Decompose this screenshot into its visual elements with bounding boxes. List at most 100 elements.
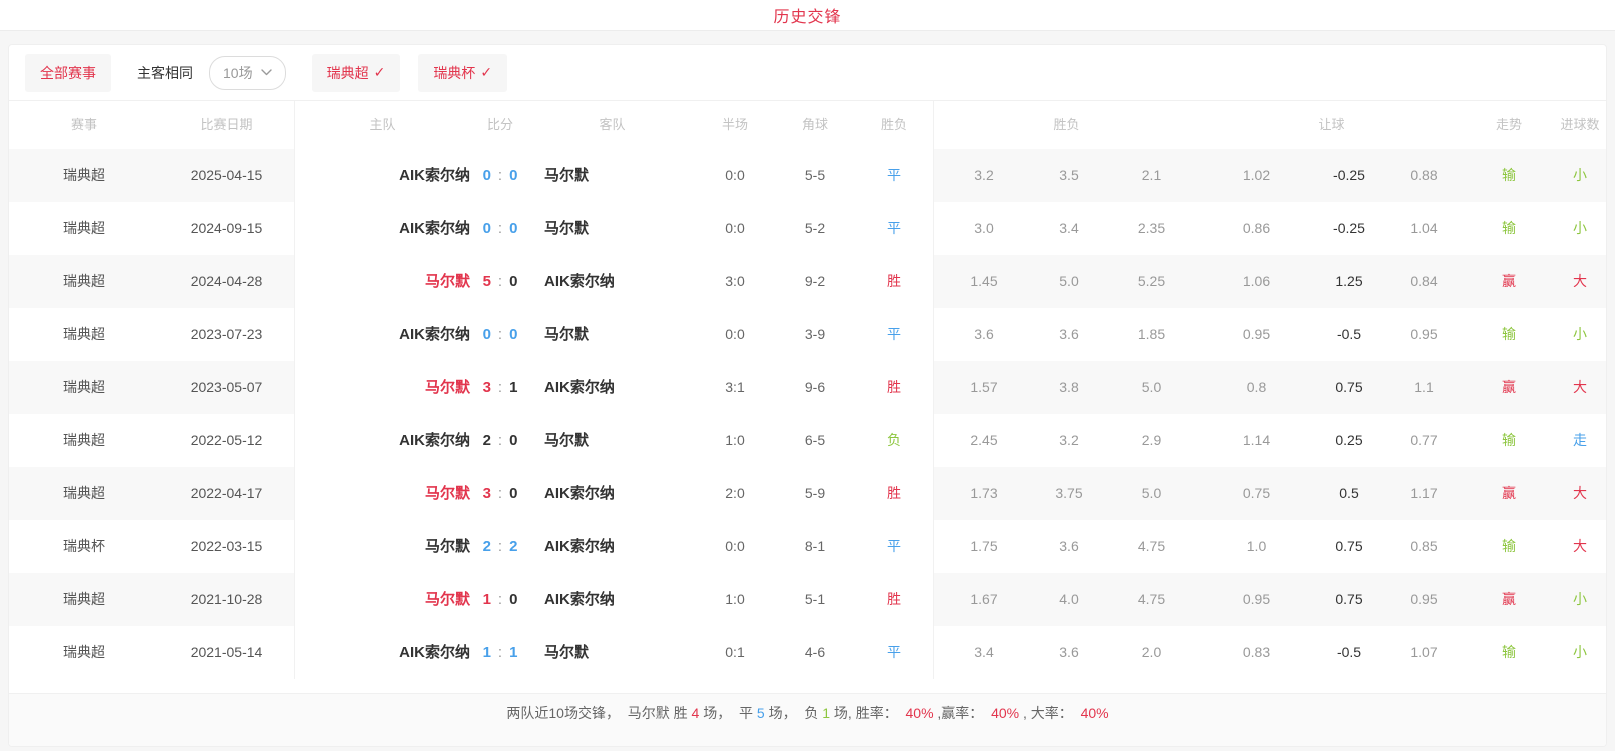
result-cell: 胜 (855, 467, 934, 520)
summary-segment: 场， 负 (765, 705, 823, 721)
league-cell: 瑞典超 (9, 626, 159, 679)
odds-cell: 4.75 (1104, 573, 1199, 626)
league-filter-swedish-allsvenskan[interactable]: 瑞典超 ✓ (312, 54, 401, 92)
odds-cell: 5.25 (1104, 255, 1199, 308)
score-cell: 3:1 (470, 361, 530, 414)
odds-cell: 2.0 (1104, 626, 1199, 679)
header-handicap-group: 让球 (1199, 101, 1464, 149)
score-home: 0 (483, 220, 491, 237)
odds-cell: 5.0 (1034, 255, 1104, 308)
header-corners: 角球 (775, 101, 855, 149)
score-home: 2 (483, 432, 491, 449)
trend-cell: 赢 (1464, 255, 1554, 308)
half-cell: 2:0 (695, 467, 775, 520)
date-cell: 2022-04-17 (159, 467, 295, 520)
result-cell: 平 (855, 149, 934, 202)
handicap-cell: 0.75 (1314, 573, 1384, 626)
away-team: AIK索尔纳 (530, 467, 695, 520)
odds-cell: 1.75 (934, 520, 1034, 573)
goals-cell: 小 (1554, 149, 1606, 202)
score-home: 2 (483, 538, 491, 555)
odds-cell: 1.85 (1104, 308, 1199, 361)
corners-cell: 5-1 (775, 573, 855, 626)
trend-cell: 赢 (1464, 467, 1554, 520)
handicap-cell: 0.5 (1314, 467, 1384, 520)
corners-cell: 9-6 (775, 361, 855, 414)
score-cell: 1:0 (470, 573, 530, 626)
page-title: 历史交锋 (773, 3, 841, 27)
goals-cell: 走 (1554, 414, 1606, 467)
handicap-cell: 0.85 (1384, 520, 1464, 573)
table-row: 瑞典超 2023-07-23 AIK索尔纳 0:0 马尔默 0:0 3-9 平 … (9, 308, 1606, 361)
league-cell: 瑞典超 (9, 202, 159, 255)
trend-cell: 输 (1464, 414, 1554, 467)
score-cell: 5:0 (470, 255, 530, 308)
summary-segment: ,赢率： (934, 705, 992, 721)
score-home: 3 (483, 379, 491, 396)
table-body: 瑞典超 2025-04-15 AIK索尔纳 0:0 马尔默 0:0 5-5 平 … (9, 149, 1606, 693)
away-team: AIK索尔纳 (530, 361, 695, 414)
trend-cell: 输 (1464, 626, 1554, 679)
score-separator: : (498, 485, 502, 502)
same-venue-toggle[interactable]: 主客相同 (137, 63, 193, 83)
score-separator: : (498, 644, 502, 661)
summary-segment: , 大率： (1019, 705, 1080, 721)
away-team: 马尔默 (530, 414, 695, 467)
score-away: 1 (509, 644, 517, 661)
score-away: 0 (509, 326, 517, 343)
odds-cell: 3.4 (1034, 202, 1104, 255)
header-odds-group: 胜负 (934, 101, 1199, 149)
header-trend: 走势 (1464, 101, 1554, 149)
summary-segment: 两队近10场交锋， 马尔默 胜 (506, 705, 691, 721)
score-separator: : (498, 591, 502, 608)
title-bar: 历史交锋 (0, 0, 1615, 31)
summary-text: 两队近10场交锋， 马尔默 胜 4 场， 平 5 场， 负 1 场, 胜率： 4… (506, 703, 1108, 723)
score-separator: : (498, 538, 502, 555)
score-away: 0 (509, 485, 517, 502)
score-away: 0 (509, 273, 517, 290)
half-cell: 3:1 (695, 361, 775, 414)
corners-cell: 4-6 (775, 626, 855, 679)
odds-cell: 3.6 (1034, 308, 1104, 361)
score-home: 3 (483, 485, 491, 502)
half-cell: 1:0 (695, 573, 775, 626)
goals-cell: 小 (1554, 308, 1606, 361)
away-team: 马尔默 (530, 202, 695, 255)
handicap-cell: 0.75 (1314, 361, 1384, 414)
date-cell: 2023-07-23 (159, 308, 295, 361)
odds-cell: 1.57 (934, 361, 1034, 414)
table-row: 瑞典超 2022-05-12 AIK索尔纳 2:0 马尔默 1:0 6-5 负 … (9, 414, 1606, 467)
home-team: 马尔默 (295, 520, 470, 573)
league2-label: 瑞典杯 (433, 63, 475, 83)
odds-cell: 3.4 (934, 626, 1034, 679)
summary-segment: 1 (822, 705, 830, 721)
odds-cell: 5.0 (1104, 361, 1199, 414)
score-home: 0 (483, 326, 491, 343)
result-cell: 负 (855, 414, 934, 467)
score-cell: 2:2 (470, 520, 530, 573)
corners-cell: 3-9 (775, 308, 855, 361)
all-matches-button[interactable]: 全部赛事 (25, 54, 111, 92)
handicap-cell: 0.83 (1199, 626, 1314, 679)
odds-cell: 1.73 (934, 467, 1034, 520)
score-away: 1 (509, 379, 517, 396)
goals-cell: 大 (1554, 520, 1606, 573)
result-cell: 平 (855, 308, 934, 361)
score-cell: 0:0 (470, 202, 530, 255)
trend-cell: 输 (1464, 149, 1554, 202)
goals-cell: 大 (1554, 255, 1606, 308)
summary-segment: 40% (991, 705, 1019, 721)
corners-cell: 5-9 (775, 467, 855, 520)
league-filter-swedish-cup[interactable]: 瑞典杯 ✓ (418, 54, 507, 92)
odds-cell: 2.45 (934, 414, 1034, 467)
handicap-cell: 1.1 (1384, 361, 1464, 414)
handicap-cell: 0.95 (1384, 308, 1464, 361)
league1-label: 瑞典超 (327, 63, 369, 83)
handicap-cell: 0.84 (1384, 255, 1464, 308)
handicap-cell: 1.06 (1199, 255, 1314, 308)
date-cell: 2024-04-28 (159, 255, 295, 308)
handicap-cell: -0.25 (1314, 149, 1384, 202)
summary-segment: 40% (1081, 705, 1109, 721)
match-count-dropdown[interactable]: 10场 (209, 56, 286, 90)
date-cell: 2023-05-07 (159, 361, 295, 414)
